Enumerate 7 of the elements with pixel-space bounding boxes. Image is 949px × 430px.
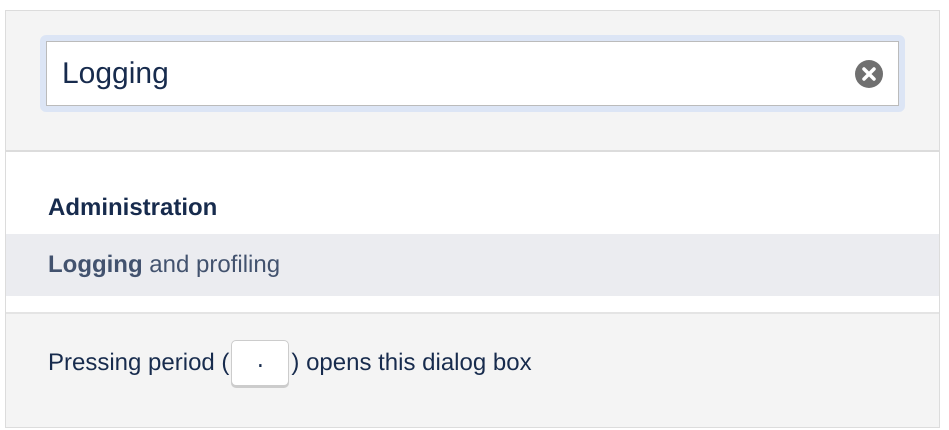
result-item[interactable]: Logging and profiling (6, 234, 939, 296)
hint-text: Pressing period ( . ) opens this dialog box (48, 340, 897, 386)
search-input[interactable]: Logging (62, 51, 855, 96)
clear-icon[interactable] (855, 60, 883, 88)
search-field[interactable]: Logging (40, 35, 905, 112)
section-heading: Administration (47, 193, 218, 223)
period-key: . (231, 340, 290, 386)
